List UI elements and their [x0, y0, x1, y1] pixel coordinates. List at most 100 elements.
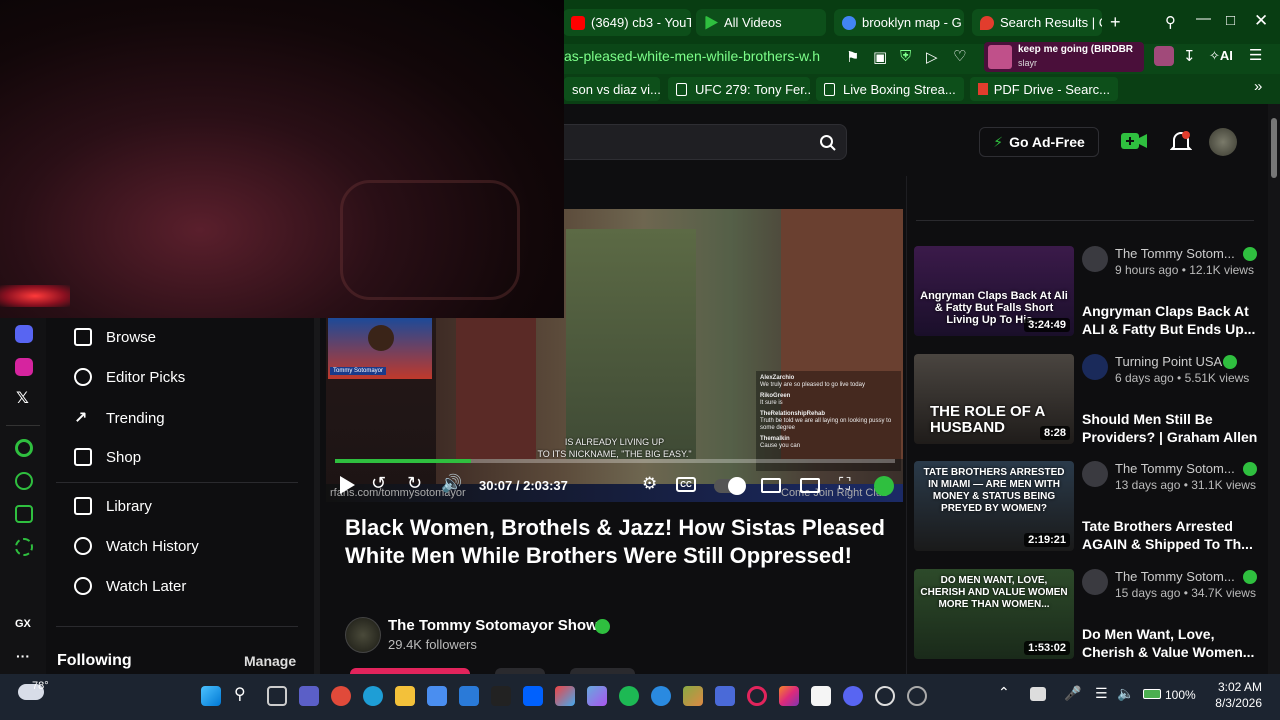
rumble-logo-icon[interactable] — [874, 476, 894, 496]
channel-avatar — [1082, 461, 1108, 487]
rewind-icon[interactable]: ↺ — [371, 473, 386, 494]
sidebar-item-editor-picks[interactable]: Editor Picks — [74, 368, 185, 386]
manage-link[interactable]: Manage — [244, 653, 296, 669]
more-bookmarks-icon[interactable]: » — [1254, 78, 1262, 95]
sidebar-item-shop[interactable]: Shop — [74, 448, 141, 466]
x-icon[interactable]: 𝕏 — [16, 388, 29, 408]
speaker-icon[interactable]: 🔈 — [1117, 685, 1134, 702]
search-icon[interactable]: ⚲ — [234, 684, 246, 704]
tab-youtube[interactable]: (3649) cb3 - YouT — [563, 9, 691, 36]
microphone-icon[interactable]: 🎤 — [1064, 685, 1081, 702]
discord-icon[interactable] — [15, 325, 33, 343]
recommendation-item[interactable]: TATE BROTHERS ARRESTED IN MIAMI — ARE ME… — [914, 461, 1264, 561]
recommendation-item[interactable]: DO MEN WANT, LOVE, CHERISH AND VALUE WOM… — [914, 569, 1264, 669]
autoplay-toggle[interactable] — [714, 477, 746, 495]
scrollbar-thumb[interactable] — [1271, 118, 1277, 178]
tab-search-results[interactable]: Search Results | C — [972, 9, 1102, 36]
play-button[interactable] — [340, 476, 355, 494]
spotify-icon[interactable] — [619, 686, 639, 706]
sidebar-item-browse[interactable]: Browse — [74, 328, 156, 346]
bookmark-item[interactable]: son vs diaz vi... — [564, 77, 660, 101]
channel-avatar[interactable] — [345, 617, 381, 653]
extension-icon[interactable] — [1154, 46, 1174, 66]
help-icon[interactable] — [651, 686, 671, 706]
ai-button[interactable]: ✧AI — [1209, 48, 1233, 64]
fullscreen-icon[interactable]: ⛶ — [839, 476, 850, 494]
edge-icon[interactable] — [363, 686, 383, 706]
gx-label[interactable]: GX — [15, 618, 31, 630]
go-live-icon[interactable] — [1120, 131, 1148, 151]
search-input[interactable] — [560, 124, 847, 160]
close-icon[interactable]: ✕ — [1254, 11, 1268, 31]
channel-name[interactable]: The Tommy Sotomayor Show — [388, 617, 598, 634]
bookmark-item[interactable]: UFC 279: Tony Fer... — [668, 77, 810, 101]
media-player-widget[interactable]: keep me going (BIRDBR slayr — [984, 42, 1144, 72]
more-icon[interactable]: ··· — [16, 648, 30, 664]
cc-button[interactable]: CC — [676, 477, 696, 492]
recommendation-item[interactable]: THE ROLE OF A HUSBAND 8:28 Turning Point… — [914, 354, 1264, 454]
search-tabs-icon[interactable]: ⚲ — [1165, 13, 1176, 31]
chrome-icon[interactable] — [331, 686, 351, 706]
wifi-icon[interactable]: ☰ — [1095, 685, 1108, 702]
app-icon[interactable] — [907, 686, 927, 706]
forward-icon[interactable]: ↻ — [407, 473, 422, 494]
app-icon[interactable] — [715, 686, 735, 706]
sidebar-item-library[interactable]: Library — [74, 497, 152, 515]
instagram-icon[interactable] — [15, 358, 33, 376]
miniplayer-icon[interactable] — [761, 478, 781, 493]
tray-icon[interactable] — [1030, 687, 1046, 701]
sidebar-scrollbar[interactable] — [314, 318, 320, 674]
minimize-icon[interactable]: — — [1196, 10, 1211, 27]
go-ad-free-button[interactable]: ⚡ Go Ad-Free — [979, 127, 1099, 157]
volume-icon[interactable]: 🔊 — [441, 474, 462, 494]
battery-icon[interactable] — [1143, 689, 1161, 699]
extensions-icon[interactable] — [15, 505, 33, 523]
url-text[interactable]: as-pleased-white-men-while-brothers-w.h — [564, 48, 820, 64]
mail-icon[interactable] — [459, 686, 479, 706]
heart-icon[interactable]: ♡ — [953, 47, 966, 65]
clock-time[interactable]: 3:02 AM — [1206, 680, 1262, 694]
notifications-icon[interactable] — [1170, 130, 1192, 154]
amazon-icon[interactable] — [811, 686, 831, 706]
task-view-icon[interactable] — [267, 686, 287, 706]
app-icon[interactable] — [683, 686, 703, 706]
tab-all-videos[interactable]: All Videos — [696, 9, 826, 36]
start-icon[interactable] — [201, 686, 221, 706]
clock-date[interactable]: 8/3/2026 — [1200, 696, 1262, 710]
avatar[interactable] — [1209, 128, 1237, 156]
settings-icon[interactable]: ⚙ — [642, 474, 657, 494]
opera-gx-icon[interactable] — [747, 686, 767, 706]
dropbox-icon[interactable] — [523, 686, 543, 706]
recommendation-item[interactable]: Angryman Claps Back At Ali & Fatty But F… — [914, 246, 1264, 346]
discord-icon[interactable] — [843, 686, 863, 706]
app-icon[interactable] — [587, 686, 607, 706]
sidebar-item-watch-later[interactable]: Watch Later — [74, 577, 186, 595]
video-meta: 9 hours ago • 12.1K views — [1115, 263, 1254, 277]
send-icon[interactable]: ▷ — [926, 48, 938, 66]
sidebar-item-trending[interactable]: ↗ Trending — [74, 408, 165, 428]
bookmark-item[interactable]: PDF Drive - Searc... — [970, 77, 1118, 101]
sidebar-item-watch-history[interactable]: Watch History — [74, 537, 199, 555]
copilot-icon[interactable] — [555, 686, 575, 706]
history-icon[interactable] — [15, 472, 33, 490]
chatgpt-icon[interactable] — [875, 686, 895, 706]
theater-mode-icon[interactable] — [800, 478, 820, 493]
bookmark-item[interactable]: Live Boxing Strea... — [816, 77, 964, 101]
menu-icon[interactable]: ☰ — [1249, 46, 1262, 64]
page-scrollbar[interactable] — [1268, 104, 1280, 674]
new-tab-button[interactable]: + — [1110, 12, 1121, 33]
teams-icon[interactable] — [299, 686, 319, 706]
screenshot-icon[interactable]: ▣ — [873, 48, 887, 66]
settings-icon[interactable] — [15, 538, 33, 556]
app-icon[interactable] — [491, 686, 511, 706]
download-icon[interactable]: ↧ — [1183, 47, 1196, 65]
store-icon[interactable] — [427, 686, 447, 706]
tab-brooklyn-map[interactable]: brooklyn map - G — [834, 9, 964, 36]
chevron-up-icon[interactable]: ⌃ — [998, 684, 1010, 701]
player-icon[interactable] — [15, 439, 33, 457]
bookmark-icon[interactable]: ⚑ — [846, 48, 859, 66]
instagram-icon[interactable] — [779, 686, 799, 706]
file-explorer-icon[interactable] — [395, 686, 415, 706]
shield-icon[interactable]: ⛨ — [900, 48, 911, 65]
maximize-icon[interactable]: □ — [1226, 12, 1235, 29]
